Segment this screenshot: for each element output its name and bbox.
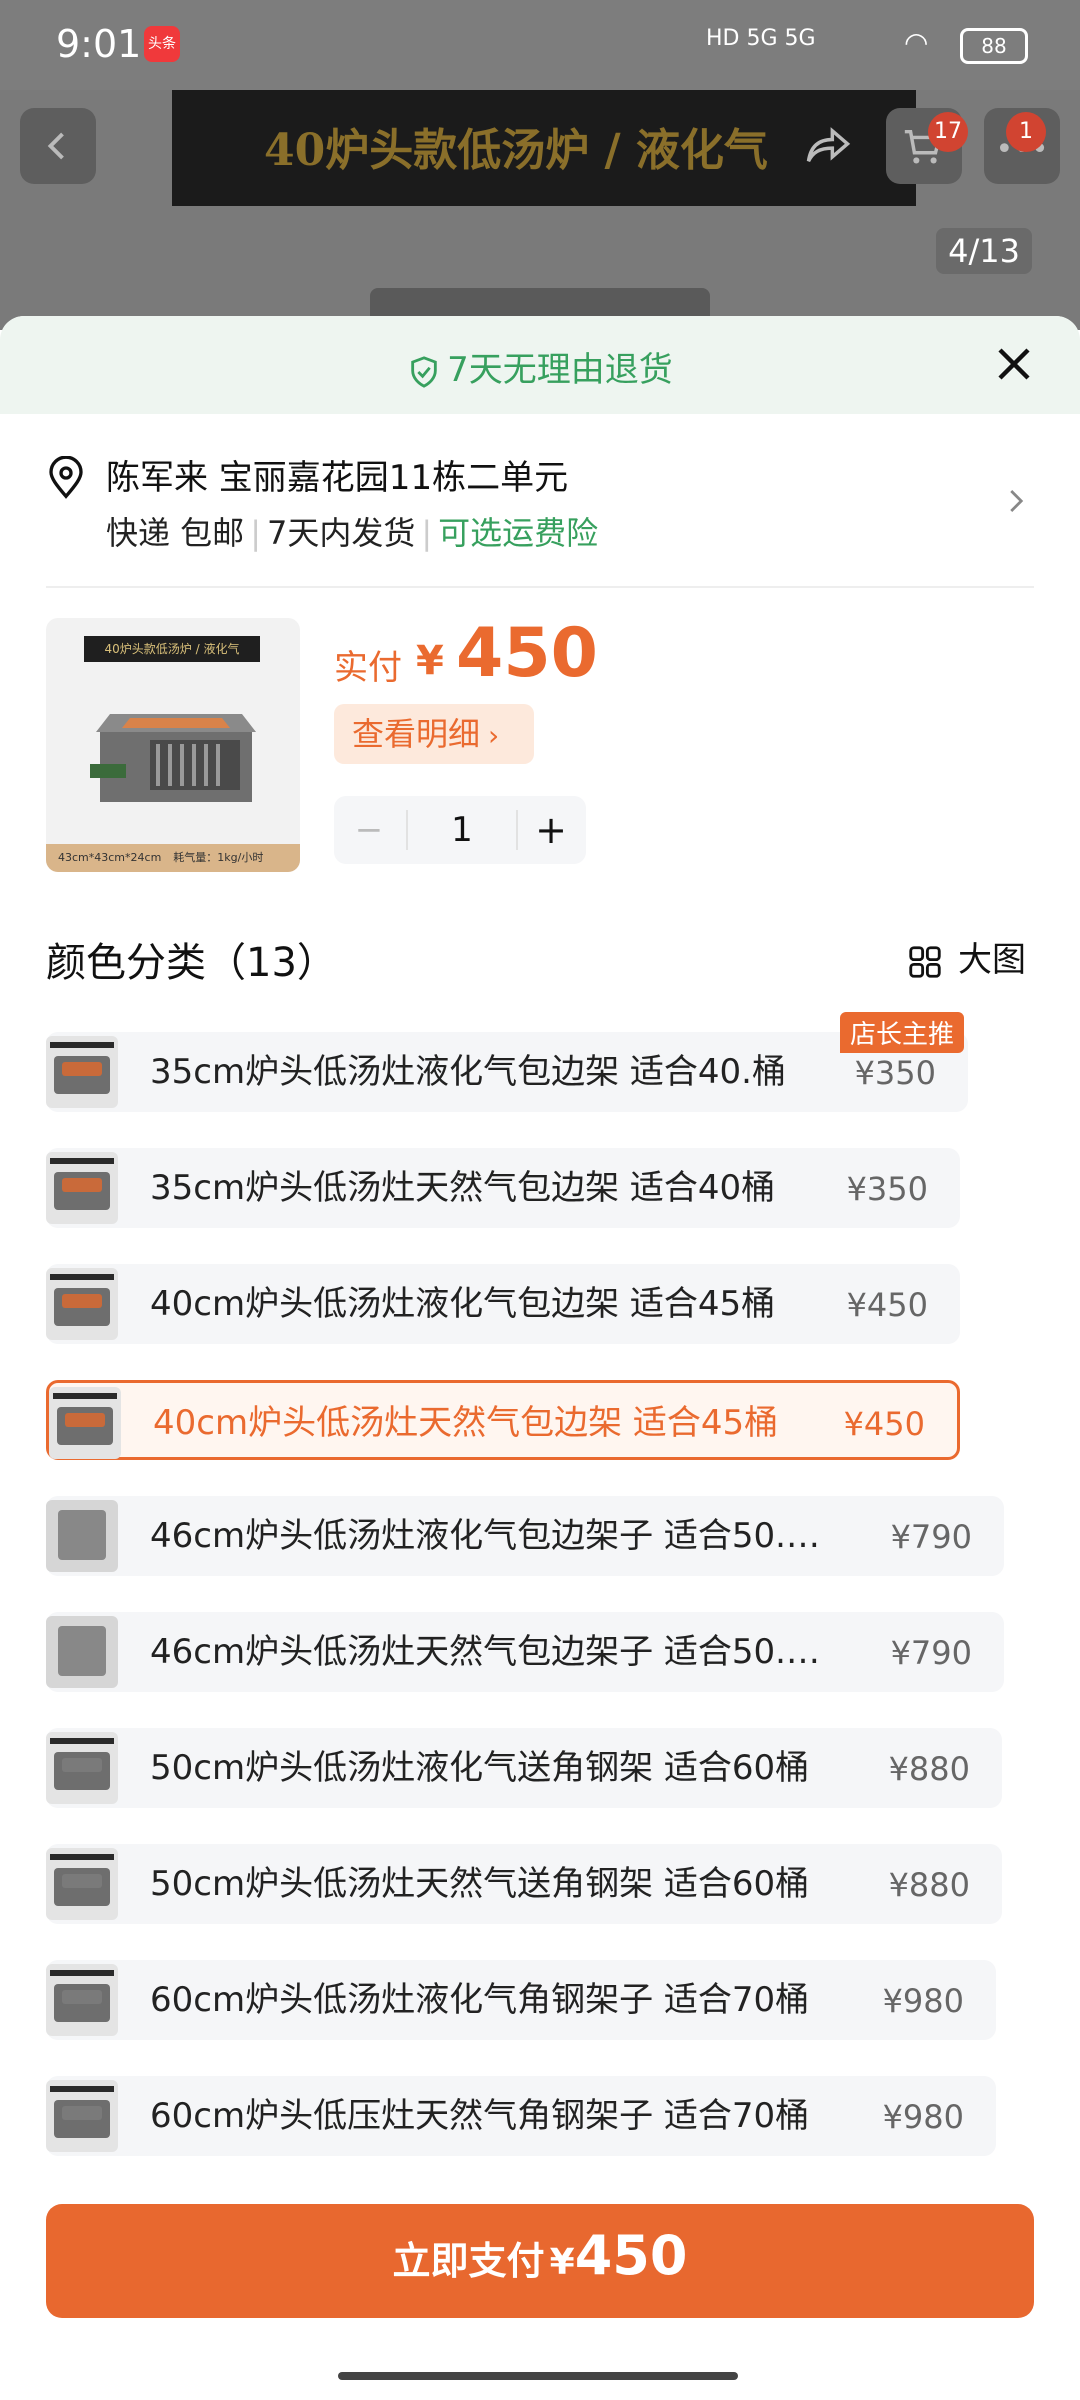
option-label: 40cm炉头低汤灶液化气包边架 适合45桶 bbox=[150, 1284, 776, 1324]
sku-option[interactable]: 40cm炉头低汤灶液化气包边架 适合45桶 ¥450 bbox=[46, 1264, 960, 1344]
shipping-method: 快递 包邮 bbox=[106, 514, 245, 552]
status-time: 9:01 bbox=[56, 22, 142, 66]
message-count-badge: 1 bbox=[1006, 112, 1046, 152]
address-name-line: 陈军来 宝丽嘉花园11栋二单元 bbox=[106, 458, 569, 498]
option-label: 40cm炉头低汤灶天然气包边架 适合45桶 bbox=[153, 1403, 779, 1443]
option-thumbnail bbox=[46, 1152, 118, 1224]
delivery-address[interactable]: 陈军来 宝丽嘉花园11栋二单元 快递 包邮 | 7天内发货 | 可选运费险 bbox=[46, 446, 1036, 566]
big-view-label: 大图 bbox=[958, 940, 1026, 980]
option-label: 46cm炉头低汤灶液化气包边架子 适合50.… bbox=[150, 1516, 820, 1556]
product-thumbnail[interactable]: 40炉头款低汤炉 / 液化气 43cm*43cm*24cm 耗气量：1kg/小时 bbox=[46, 618, 300, 872]
option-thumbnail bbox=[46, 1964, 118, 2036]
option-price: ¥790 bbox=[890, 1518, 972, 1556]
network-indicator: HD 5G 5G bbox=[706, 26, 816, 51]
chevron-right-icon: › bbox=[488, 719, 500, 752]
sku-option[interactable]: 50cm炉头低汤灶天然气送角钢架 适合60桶 ¥880 bbox=[46, 1844, 1002, 1924]
option-label: 50cm炉头低汤灶液化气送角钢架 适合60桶 bbox=[150, 1748, 810, 1788]
sku-option-selected[interactable]: 40cm炉头低汤灶天然气包边架 适合45桶 ¥450 bbox=[46, 1380, 960, 1460]
increase-quantity-button[interactable]: + bbox=[516, 796, 586, 864]
option-price: ¥450 bbox=[843, 1405, 925, 1443]
sku-selection-sheet: 7天无理由退货 陈军来 宝丽嘉花园11栋二单元 快递 包邮 | 7天内发货 | 可选运费… bbox=[0, 316, 1080, 2400]
pay-button-currency: ¥ bbox=[549, 2242, 575, 2283]
share-icon bbox=[806, 127, 851, 162]
sku-option[interactable]: 35cm炉头低汤灶液化气包边架 适合40.桶 ¥350 店长主推 bbox=[46, 1012, 968, 1112]
pay-now-button[interactable]: 立即支付 ¥450 bbox=[46, 2204, 1034, 2318]
option-label: 50cm炉头低汤灶天然气送角钢架 适合60桶 bbox=[150, 1864, 810, 1904]
chevron-left-icon bbox=[47, 132, 64, 160]
sku-option[interactable]: 35cm炉头低汤灶天然气包边架 适合40桶 ¥350 bbox=[46, 1148, 960, 1228]
home-indicator[interactable] bbox=[338, 2372, 738, 2380]
option-price: ¥880 bbox=[888, 1750, 970, 1788]
option-thumbnail bbox=[49, 1387, 121, 1459]
option-label: 60cm炉头低压灶天然气角钢架子 适合70桶 bbox=[150, 2096, 810, 2136]
option-price: ¥880 bbox=[888, 1866, 970, 1904]
decrease-quantity-button[interactable]: − bbox=[334, 796, 404, 864]
share-button[interactable] bbox=[790, 108, 866, 184]
sku-option[interactable]: 50cm炉头低汤灶液化气送角钢架 适合60桶 ¥880 bbox=[46, 1728, 1002, 1808]
cart-count-badge: 17 bbox=[928, 112, 968, 152]
sku-option[interactable]: 60cm炉头低汤灶液化气角钢架子 适合70桶 ¥980 bbox=[46, 1960, 996, 2040]
app-notification-icon: 头条 bbox=[144, 26, 180, 62]
thumb-title: 40炉头款低汤炉 / 液化气 bbox=[84, 636, 260, 662]
thumb-specs: 43cm*43cm*24cm 耗气量：1kg/小时 bbox=[46, 844, 300, 872]
option-thumbnail bbox=[46, 1268, 118, 1340]
return-policy-text: 7天无理由退货 bbox=[447, 350, 673, 390]
option-price: ¥980 bbox=[882, 2098, 964, 2136]
back-button[interactable] bbox=[20, 108, 96, 184]
delivery-time: 7天内发货 bbox=[266, 514, 416, 552]
status-bar: 9:01 头条 HD 5G 5G ◠ 88 bbox=[0, 0, 1080, 90]
return-policy-bar: 7天无理由退货 bbox=[0, 316, 1080, 414]
color-category-title: 颜色分类（13） bbox=[46, 940, 337, 986]
recommend-tag: 店长主推 bbox=[839, 1012, 964, 1053]
option-thumbnail bbox=[46, 1500, 118, 1572]
pay-label: 实付 bbox=[334, 648, 402, 688]
stove-image bbox=[90, 714, 256, 802]
battery-indicator: 88 bbox=[960, 28, 1028, 64]
sku-option[interactable]: 60cm炉头低压灶天然气角钢架子 适合70桶 ¥980 bbox=[46, 2076, 996, 2156]
option-label: 60cm炉头低汤灶液化气角钢架子 适合70桶 bbox=[150, 1980, 810, 2020]
big-image-toggle[interactable]: 大图 bbox=[906, 932, 1026, 981]
close-button[interactable] bbox=[990, 340, 1038, 388]
sku-option[interactable]: 46cm炉头低汤灶液化气包边架子 适合50.… ¥790 bbox=[46, 1496, 1004, 1576]
shipping-insurance-link[interactable]: 可选运费险 bbox=[438, 514, 598, 552]
option-thumbnail bbox=[46, 1036, 118, 1108]
pay-price: 450 bbox=[456, 614, 598, 693]
view-details-button[interactable]: 查看明细 › bbox=[334, 704, 534, 764]
pay-button-label: 立即支付 bbox=[392, 2239, 545, 2283]
sku-option[interactable]: 46cm炉头低汤灶天然气包边架子 适合50.… ¥790 bbox=[46, 1612, 1004, 1692]
banner-text: 40炉头款低汤炉 / 液化气 bbox=[264, 125, 768, 176]
wifi-icon: ◠ bbox=[904, 26, 929, 59]
option-thumbnail bbox=[46, 1848, 118, 1920]
option-price: ¥980 bbox=[882, 1982, 964, 2020]
option-label: 35cm炉头低汤灶液化气包边架 适合40.桶 bbox=[150, 1052, 786, 1092]
quantity-stepper[interactable]: − 1 + bbox=[334, 796, 586, 864]
shield-check-icon bbox=[411, 355, 437, 388]
option-price: ¥790 bbox=[890, 1634, 972, 1672]
option-label: 35cm炉头低汤灶天然气包边架 适合40桶 bbox=[150, 1168, 776, 1208]
option-label: 46cm炉头低汤灶天然气包边架子 适合50.… bbox=[150, 1632, 820, 1672]
option-thumbnail bbox=[46, 1616, 118, 1688]
chevron-right-icon bbox=[1010, 490, 1024, 512]
quantity-value[interactable]: 1 bbox=[406, 810, 518, 850]
pay-button-amount: 450 bbox=[574, 2224, 688, 2287]
location-pin-icon bbox=[49, 456, 83, 499]
option-thumbnail bbox=[46, 1732, 118, 1804]
grid-icon bbox=[909, 945, 941, 978]
option-price: ¥350 bbox=[846, 1170, 928, 1208]
image-page-indicator: 4/13 bbox=[936, 228, 1032, 274]
option-thumbnail bbox=[46, 2080, 118, 2152]
shipping-info: 快递 包邮 | 7天内发货 | 可选运费险 bbox=[106, 514, 599, 552]
divider bbox=[46, 586, 1034, 588]
close-icon bbox=[998, 348, 1030, 380]
option-price: ¥450 bbox=[846, 1286, 928, 1324]
pay-currency: ¥ bbox=[416, 638, 444, 684]
